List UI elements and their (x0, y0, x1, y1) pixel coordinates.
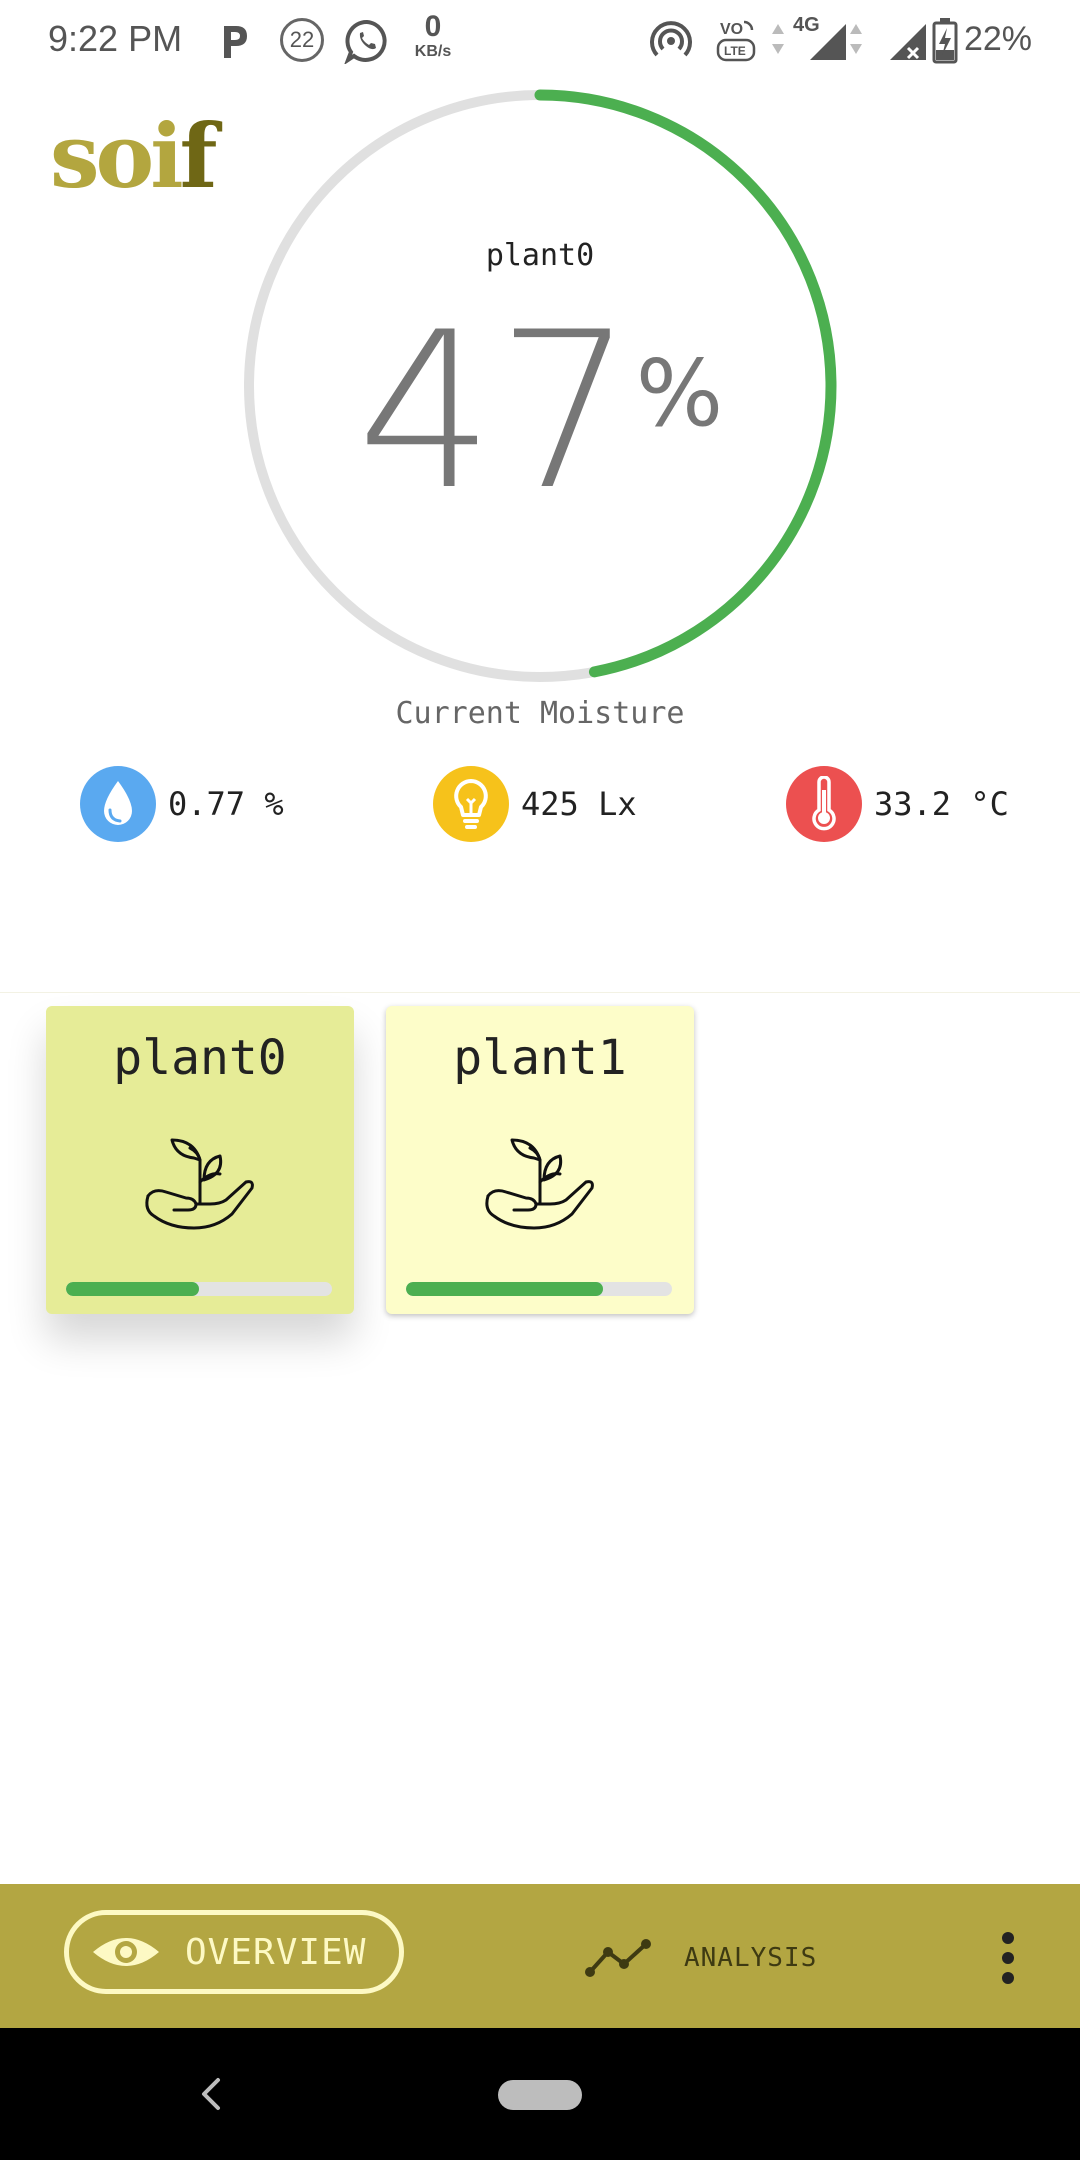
more-dot (1002, 1952, 1014, 1964)
notification-count: 22 (289, 27, 315, 52)
plant-card-moisture-bar (406, 1282, 672, 1296)
plant-card-moisture-bar (66, 1282, 332, 1296)
battery-percent: 22% (963, 20, 1032, 58)
logo-text-2: f (179, 104, 218, 208)
battery-charging-icon (932, 18, 958, 64)
app-logo: soif (50, 112, 218, 200)
nav-analysis-button[interactable]: ANALYSIS (584, 1928, 817, 1988)
lightbulb-icon (433, 766, 509, 842)
gauge-value: 47% (240, 304, 840, 520)
plant-card-title: plant0 (113, 1030, 287, 1086)
svg-text:VO: VO (720, 21, 743, 38)
network-speed-unit: KB/s (414, 43, 452, 60)
data-arrows-icon (772, 24, 784, 54)
back-chevron-icon[interactable] (192, 2072, 232, 2116)
more-vert-icon[interactable] (990, 1928, 1026, 1988)
plant-in-hand-icon (485, 1138, 594, 1230)
system-navigation-bar (0, 2028, 1080, 2160)
data-arrows-icon-2 (850, 24, 862, 54)
nav-overview-label: OVERVIEW (185, 1931, 367, 1973)
plant-in-hand-icon (145, 1138, 254, 1230)
more-dot (1002, 1932, 1014, 1944)
home-pill-button[interactable] (498, 2080, 582, 2110)
metric-temperature: 33.2 °C (786, 766, 1009, 842)
svg-text:LTE: LTE (724, 44, 746, 58)
plant-card-plant0[interactable]: plant0 (46, 1006, 354, 1314)
hotspot-icon (650, 21, 692, 57)
plant-card-plant1[interactable]: plant1 (386, 1006, 694, 1314)
metric-light: 425 Lx (433, 766, 637, 842)
thermometer-icon (786, 766, 862, 842)
bottom-navigation: OVERVIEW ANALYSIS (0, 1884, 1080, 2028)
plant-card-title: plant1 (453, 1030, 627, 1086)
network-speed: 0 KB/s (408, 12, 458, 60)
gauge-plant-name: plant0 (485, 238, 595, 273)
metric-light-value: 425 Lx (521, 785, 637, 823)
logo-text-1: soi (50, 104, 184, 208)
eye-icon (93, 1938, 159, 1966)
water-drop-icon (80, 766, 156, 842)
gauge-caption: Current Moisture (395, 696, 685, 731)
more-dot (1002, 1972, 1014, 1984)
trend-line-icon (585, 1939, 651, 1977)
status-time: 9:22 PM (48, 18, 183, 59)
metric-humidity-value: 0.77 % (168, 785, 284, 823)
gauge-value-unit: % (635, 340, 724, 447)
signal-icon (810, 24, 846, 60)
metric-temperature-value: 33.2 °C (874, 785, 1009, 823)
volte-icon: VO LTE (716, 20, 756, 62)
plant-card-moisture-fill (66, 1282, 199, 1296)
moisture-gauge: plant0 47% (240, 86, 840, 686)
gauge-value-number: 47 (356, 286, 636, 537)
notification-count-icon: 22 (280, 18, 324, 62)
no-signal-icon (890, 24, 926, 60)
status-bar: 9:22 PM 22 0 KB/s VO LTE 4G 22% (0, 0, 1080, 84)
metric-humidity: 0.77 % (80, 766, 284, 842)
nav-analysis-label: ANALYSIS (684, 1943, 818, 1973)
p-app-icon (224, 26, 247, 58)
nav-overview-button[interactable]: OVERVIEW (64, 1910, 404, 1994)
section-divider (0, 992, 1080, 993)
whatsapp-icon (344, 19, 387, 64)
plant-card-moisture-fill (406, 1282, 603, 1296)
network-speed-value: 0 (424, 10, 442, 43)
